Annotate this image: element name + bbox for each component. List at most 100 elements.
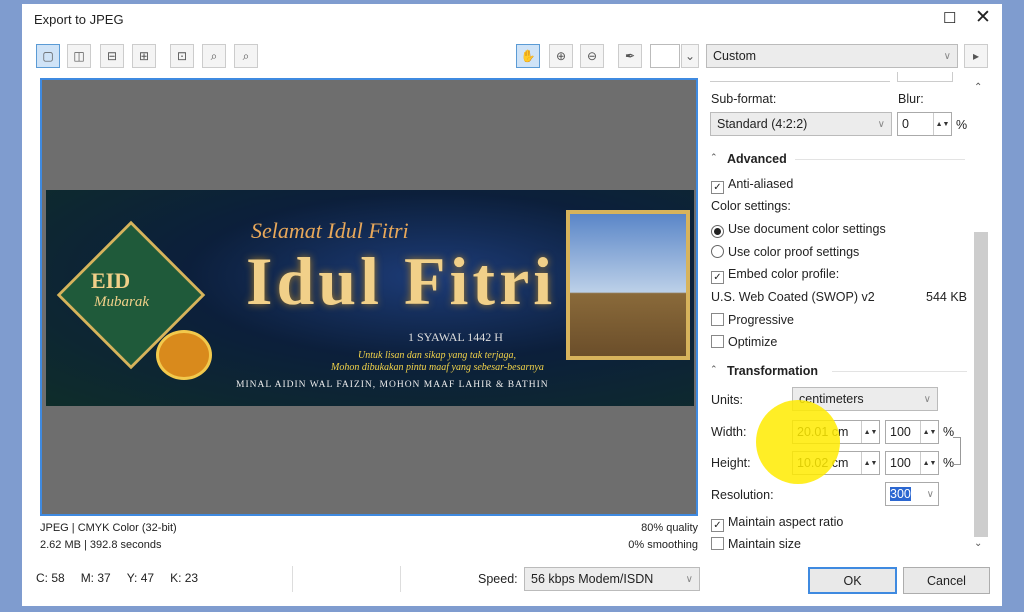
- scroll-down-icon[interactable]: ⌄: [974, 538, 982, 549]
- preset-value: Custom: [713, 49, 757, 63]
- progressive-checkbox[interactable]: Progressive: [711, 313, 794, 327]
- anti-aliased-checkbox[interactable]: ✓ Anti-aliased: [711, 177, 793, 194]
- yellow-value: Y: 47: [126, 571, 155, 585]
- radio-selected-icon: [711, 225, 724, 238]
- banner-image: EID Mubarak Selamat Idul Fitri Idul Fitr…: [46, 190, 694, 406]
- chevron-down-icon[interactable]: ⌄: [681, 44, 699, 68]
- checkbox-icon: [711, 537, 724, 550]
- width-percent-spinner[interactable]: ▲▼: [920, 421, 938, 443]
- mosque-photo: [566, 210, 690, 360]
- percent-label: %: [956, 118, 968, 132]
- close-icon[interactable]: ✕: [975, 6, 991, 29]
- zoom-out-icon[interactable]: ⊖: [580, 44, 604, 68]
- divider: [400, 566, 401, 592]
- background-color-swatch[interactable]: [650, 44, 680, 68]
- profile-size: 544 KB: [926, 290, 968, 304]
- collapse-icon[interactable]: ⌃: [710, 152, 718, 163]
- height-percent-spinner[interactable]: ▲▼: [920, 452, 938, 474]
- single-view-button[interactable]: ▢: [36, 44, 60, 68]
- speed-label: Speed:: [478, 572, 518, 586]
- use-document-radio[interactable]: Use document color settings: [711, 222, 886, 238]
- split-vertical-button[interactable]: ◫: [67, 44, 91, 68]
- banner-message-2: Mohon dibukakan pintu maaf yang sebesar-…: [331, 362, 544, 373]
- pan-hand-icon[interactable]: ✋: [516, 44, 540, 68]
- size-info: 2.62 MB | 392.8 seconds: [40, 539, 162, 551]
- divider: [795, 159, 965, 160]
- eid-badge-text: EID: [91, 268, 131, 293]
- color-readout: C: 58 M: 37 Y: 47 K: 23: [36, 571, 198, 585]
- height-percent-input[interactable]: 100 ▲▼: [885, 451, 939, 475]
- profile-name: U.S. Web Coated (SWOP) v2: [711, 290, 875, 304]
- cyan-value: C: 58: [36, 571, 65, 585]
- chevron-down-icon: ∨: [685, 573, 693, 585]
- subformat-value: Standard (4:2:2): [717, 117, 808, 131]
- height-spinner[interactable]: ▲▼: [861, 452, 879, 474]
- link-bracket-icon[interactable]: [953, 437, 961, 465]
- cancel-button[interactable]: Cancel: [903, 567, 990, 594]
- width-label: Width:: [711, 425, 747, 439]
- zoom-region-icon[interactable]: ⌕: [202, 44, 226, 68]
- banner-greeting: Selamat Idul Fitri: [251, 218, 409, 243]
- quad-view-button[interactable]: ⊞: [132, 44, 156, 68]
- preset-dropdown[interactable]: Custom ∨: [706, 44, 958, 68]
- banner-title: Idul Fitri: [246, 243, 557, 319]
- zoom-in-icon[interactable]: ⊕: [549, 44, 573, 68]
- flyout-arrow-icon[interactable]: ▸: [964, 44, 988, 68]
- format-info: JPEG | CMYK Color (32-bit): [40, 522, 177, 534]
- subformat-label: Sub-format:: [711, 92, 777, 106]
- optimize-label: Optimize: [728, 335, 778, 349]
- blur-value: 0: [902, 117, 909, 131]
- embed-profile-label: Embed color profile:: [728, 267, 840, 281]
- maintain-aspect-label: Maintain aspect ratio: [728, 515, 844, 529]
- use-document-label: Use document color settings: [728, 222, 886, 236]
- collapse-icon[interactable]: ⌃: [710, 364, 718, 375]
- split-horizontal-button[interactable]: ⊟: [100, 44, 124, 68]
- width-spinner[interactable]: ▲▼: [861, 421, 879, 443]
- maintain-aspect-checkbox[interactable]: ✓ Maintain aspect ratio: [711, 515, 843, 532]
- use-proof-radio[interactable]: Use color proof settings: [711, 245, 859, 259]
- units-label: Units:: [711, 393, 743, 407]
- eyedropper-icon[interactable]: ✒: [618, 44, 642, 68]
- optimize-checkbox[interactable]: Optimize: [711, 335, 777, 349]
- dialog-title: Export to JPEG: [34, 12, 124, 27]
- preview-canvas[interactable]: EID Mubarak Selamat Idul Fitri Idul Fitr…: [40, 78, 698, 516]
- use-proof-label: Use color proof settings: [728, 245, 860, 259]
- width-percent-value: 100: [890, 425, 911, 439]
- resolution-combo[interactable]: 300 ∨: [885, 482, 939, 506]
- checkbox-icon: [711, 313, 724, 326]
- chevron-down-icon: ∨: [877, 118, 885, 130]
- fit-icon[interactable]: ⊡: [170, 44, 194, 68]
- magenta-value: M: 37: [80, 571, 111, 585]
- radio-icon: [711, 245, 724, 258]
- banner-message-1: Untuk lisan dan sikap yang tak terjaga,: [358, 350, 517, 361]
- banner-footer: MINAL AIDIN WAL FAIZIN, MOHON MAAF LAHIR…: [236, 380, 549, 390]
- banner-date: 1 SYAWAL 1442 H: [408, 330, 503, 344]
- transformation-section-header[interactable]: Transformation: [727, 364, 818, 378]
- maintain-size-label: Maintain size: [728, 537, 801, 551]
- maximize-icon[interactable]: ☐: [943, 9, 956, 27]
- chevron-down-icon: ∨: [923, 393, 931, 405]
- checkbox-icon: [711, 335, 724, 348]
- chevron-down-icon: ∨: [926, 488, 934, 500]
- embed-profile-checkbox[interactable]: ✓ Embed color profile:: [711, 267, 839, 284]
- blur-input[interactable]: 0 ▲▼: [897, 112, 952, 136]
- scroll-up-icon[interactable]: ⌃: [974, 82, 982, 93]
- checkmark-icon: ✓: [711, 519, 724, 532]
- zoom-page-icon[interactable]: ⌕: [234, 44, 258, 68]
- progressive-label: Progressive: [728, 313, 794, 327]
- speed-value: 56 kbps Modem/ISDN: [531, 572, 654, 586]
- maintain-size-checkbox[interactable]: Maintain size: [711, 537, 801, 551]
- chevron-down-icon: ∨: [943, 50, 951, 62]
- blur-spinner[interactable]: ▲▼: [933, 113, 951, 135]
- divider: [832, 371, 967, 372]
- speed-dropdown[interactable]: 56 kbps Modem/ISDN ∨: [524, 567, 700, 591]
- width-percent-input[interactable]: 100 ▲▼: [885, 420, 939, 444]
- color-settings-label: Color settings:: [711, 199, 791, 213]
- ok-button[interactable]: OK: [808, 567, 897, 594]
- resolution-label: Resolution:: [711, 488, 774, 502]
- advanced-section-header[interactable]: Advanced: [727, 152, 787, 166]
- drum-icon: [156, 330, 212, 380]
- subformat-dropdown[interactable]: Standard (4:2:2) ∨: [710, 112, 892, 136]
- smoothing-info: 0% smoothing: [628, 539, 698, 551]
- scrollbar-thumb[interactable]: [974, 232, 988, 537]
